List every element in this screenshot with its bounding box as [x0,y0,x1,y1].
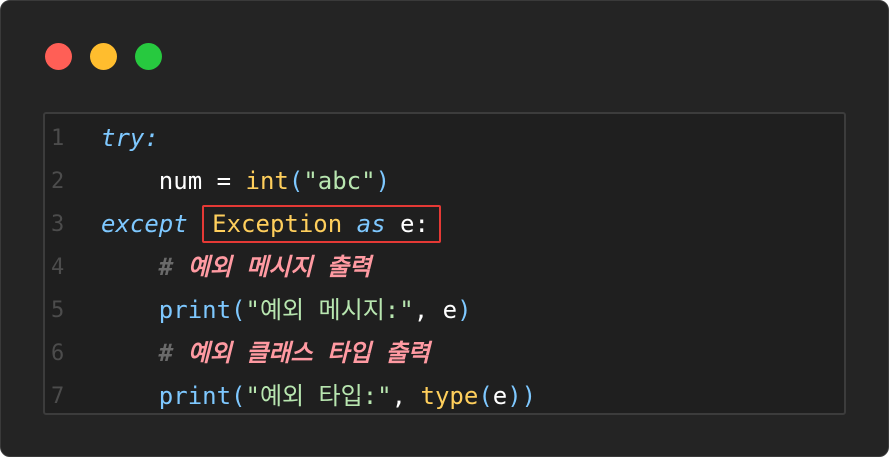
line-number: 6 [51,341,65,366]
code-token-keyword: try [101,124,145,152]
code-token-comment-hash: # [158,253,188,281]
code-token-identifier [101,253,159,281]
code-token-identifier [101,382,159,410]
code-token-identifier [342,210,356,238]
code-text: # 예외 메시지 출력 [101,246,371,289]
code-line: 5 print("예외 메시지:", e) [45,289,844,332]
code-token-builtin: Exception [212,210,343,238]
code-token-keyword-plain: print [158,382,232,410]
code-token-comment-text: 예외 메시지 출력 [187,253,372,281]
code-token-paren: ) [375,167,391,195]
code-text: print("예외 메시지:", e) [101,289,472,332]
code-token-builtin: int [245,167,289,195]
line-number: 4 [51,255,65,280]
minimize-window-button[interactable] [90,43,117,70]
code-token-paren: ) [457,296,472,324]
code-token-string: "abc" [303,167,376,195]
code-token-keyword-plain: print [158,296,232,324]
maximize-window-button[interactable] [135,43,162,70]
code-token-paren: ( [231,296,246,324]
code-token-identifier [101,296,159,324]
code-window: 1 try: 2 num = int("abc") 3 except Exception… [0,0,889,457]
code-token-string: "예외 타입:" [245,382,392,410]
code-line: 2 num = int("abc") [45,160,844,203]
code-text: except Exception as e: [101,203,441,246]
line-number: 7 [51,384,65,409]
line-number: 1 [51,126,65,151]
code-text: print("예외 타입:", type(e)) [101,375,536,418]
code-token-identifier: e [492,382,508,410]
code-token-identifier: , e [413,296,458,324]
code-token-identifier: num = [101,167,246,195]
code-line: 4 # 예외 메시지 출력 [45,246,844,289]
line-number: 2 [51,169,65,194]
code-token-keyword: except [101,210,188,238]
code-line: 7 print("예외 타입:", type(e)) [45,375,844,418]
code-token-paren: ( [231,382,246,410]
code-text: try: [101,117,159,160]
code-token-comment-hash: # [158,339,188,367]
code-token-keyword: : [144,124,159,152]
close-window-button[interactable] [45,43,72,70]
code-line: 6 # 예외 클래스 타입 출력 [45,332,844,375]
code-token-paren: ( [478,382,493,410]
code-token-keyword: as [356,210,386,238]
code-text: # 예외 클래스 타입 출력 [101,332,430,375]
code-token-identifier [101,339,159,367]
code-token-paren: ( [288,167,304,195]
code-line: 1 try: [45,117,844,160]
code-token-identifier [188,210,202,238]
code-token-identifier: e: [385,210,429,238]
code-token-string: "예외 메시지:" [245,296,414,324]
code-token-paren: )) [507,382,537,410]
code-token-identifier: , [391,382,421,410]
line-number: 5 [51,298,65,323]
code-text: num = int("abc") [101,160,390,203]
code-editor[interactable]: 1 try: 2 num = int("abc") 3 except Exception… [43,112,846,415]
line-number: 3 [51,212,65,237]
code-token-comment-text: 예외 클래스 타입 출력 [187,339,430,367]
highlight-box: Exception as e: [202,205,441,243]
code-token-builtin: type [420,382,479,410]
code-line: 3 except Exception as e: [45,203,844,246]
